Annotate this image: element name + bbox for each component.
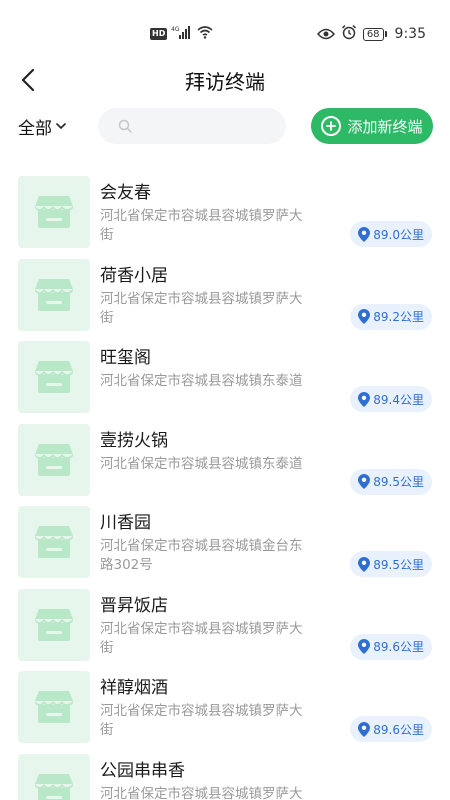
- distance-value: 89.2公里: [373, 310, 424, 324]
- store-icon: [35, 443, 73, 476]
- distance-badge[interactable]: 89.6公里: [350, 633, 432, 660]
- status-left: HD 4G: [150, 24, 213, 43]
- search-icon: [118, 119, 132, 133]
- store-icon: [35, 278, 73, 311]
- alarm-icon: [341, 24, 357, 44]
- search-box[interactable]: [98, 108, 286, 144]
- clock: 9:35: [394, 26, 426, 42]
- status-bar: HD 4G 68 9:35: [0, 0, 450, 64]
- list-item[interactable]: 公园串串香 河北省保定市容城县容城镇罗萨大街: [0, 753, 450, 800]
- terminal-address: 河北省保定市容城县容城镇东泰道: [100, 455, 303, 472]
- terminal-name: 荷香小居: [100, 265, 168, 286]
- location-pin-icon: [358, 309, 371, 324]
- filter-label: 全部: [18, 119, 52, 139]
- store-thumbnail: [18, 506, 90, 578]
- list-item[interactable]: 壹捞火锅 河北省保定市容城县容城镇东泰道 89.5公里: [0, 423, 450, 507]
- distance-value: 89.0公里: [373, 227, 424, 242]
- terminal-name: 祥醇烟酒: [100, 678, 168, 698]
- app-header: 拜访终端: [0, 60, 450, 100]
- terminal-name: 晋昇饭店: [100, 595, 168, 616]
- terminal-name: 壹捞火锅: [100, 430, 168, 451]
- terminal-address: 河北省保定市容城县容城镇东泰道: [100, 373, 303, 389]
- store-icon: [35, 196, 73, 228]
- terminal-name: 旺玺阁: [100, 348, 151, 368]
- list-item[interactable]: 会友春 河北省保定市容城县容城镇罗萨大街 89.0公里: [0, 176, 450, 259]
- terminal-address: 河北省保定市容城县容城镇罗萨大街: [100, 290, 303, 326]
- store-icon: [35, 361, 73, 393]
- distance-value: 89.5公里: [373, 557, 424, 572]
- add-terminal-button[interactable]: 添加新终端: [311, 108, 433, 144]
- store-icon: [35, 608, 73, 641]
- location-pin-icon: [358, 721, 371, 737]
- filter-dropdown[interactable]: 全部: [18, 114, 66, 139]
- store-thumbnail: [18, 341, 90, 413]
- terminal-name: 川香园: [100, 513, 151, 533]
- distance-value: 89.5公里: [373, 475, 424, 489]
- terminal-list: 会友春 河北省保定市容城县容城镇罗萨大街 89.0公里 荷香小居 河北省保定市容…: [0, 176, 450, 800]
- terminal-address: 河北省保定市容城县容城镇罗萨大街: [100, 208, 303, 243]
- list-item[interactable]: 川香园 河北省保定市容城县容城镇金台东路302号 89.5公里: [0, 506, 450, 589]
- store-thumbnail: [18, 671, 90, 743]
- wifi-icon: [197, 24, 213, 43]
- location-pin-icon: [358, 391, 371, 407]
- distance-value: 89.6公里: [373, 640, 424, 654]
- store-thumbnail: [18, 588, 90, 661]
- list-item[interactable]: 荷香小居 河北省保定市容城县容城镇罗萨大街 89.2公里: [0, 258, 450, 342]
- distance-badge[interactable]: 89.5公里: [350, 468, 432, 495]
- battery-level: 68: [362, 27, 384, 41]
- distance-badge[interactable]: 89.6公里: [350, 716, 432, 742]
- hd-badge: HD: [150, 27, 168, 40]
- store-thumbnail: [18, 423, 90, 496]
- terminal-address: 河北省保定市容城县容城镇金台东路302号: [100, 538, 303, 573]
- list-item[interactable]: 祥醇烟酒 河北省保定市容城县容城镇罗萨大街 89.6公里: [0, 671, 450, 754]
- store-thumbnail: [18, 258, 90, 331]
- network-type-label: 4G: [171, 26, 180, 33]
- status-right: 68 9:35: [316, 24, 426, 44]
- distance-badge[interactable]: 89.4公里: [350, 386, 432, 412]
- store-icon: [35, 691, 73, 723]
- chevron-down-icon: [56, 123, 66, 130]
- battery-icon: 68: [362, 27, 387, 41]
- terminal-name: 公园串串香: [100, 760, 185, 781]
- terminal-address: 河北省保定市容城县容城镇罗萨大街: [100, 703, 303, 738]
- terminal-name: 会友春: [100, 183, 151, 203]
- terminal-address: 河北省保定市容城县容城镇罗萨大街: [100, 785, 303, 800]
- distance-badge[interactable]: 89.2公里: [350, 303, 432, 330]
- store-icon: [35, 526, 73, 558]
- location-pin-icon: [358, 639, 371, 654]
- store-thumbnail: [18, 753, 90, 800]
- distance-value: 89.6公里: [373, 722, 424, 737]
- add-terminal-label: 添加新终端: [347, 117, 423, 136]
- distance-badge[interactable]: 89.5公里: [350, 551, 432, 577]
- location-pin-icon: [358, 556, 371, 572]
- location-pin-icon: [358, 226, 371, 242]
- list-item[interactable]: 晋昇饭店 河北省保定市容城县容城镇罗萨大街 89.6公里: [0, 588, 450, 672]
- terminal-address: 河北省保定市容城县容城镇罗萨大街: [100, 620, 303, 656]
- page-title: 拜访终端: [185, 70, 265, 94]
- distance-badge[interactable]: 89.0公里: [350, 221, 432, 247]
- signal-icon: 4G: [171, 24, 193, 43]
- distance-value: 89.4公里: [373, 392, 424, 407]
- store-thumbnail: [18, 176, 90, 248]
- plus-icon: [321, 116, 342, 136]
- store-icon: [35, 773, 73, 800]
- toolbar: 全部 添加新终端: [0, 106, 450, 146]
- location-pin-icon: [358, 474, 371, 489]
- search-input[interactable]: [138, 118, 278, 134]
- eye-icon: [316, 25, 335, 44]
- list-item[interactable]: 旺玺阁 河北省保定市容城县容城镇东泰道 89.4公里: [0, 341, 450, 424]
